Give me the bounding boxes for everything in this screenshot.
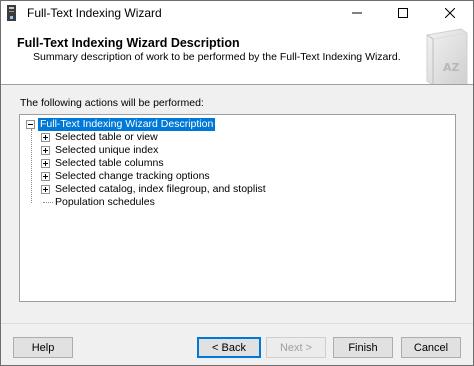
window-title: Full-Text Indexing Wizard (27, 6, 162, 20)
close-icon (445, 8, 455, 18)
tree-root-label[interactable]: Full-Text Indexing Wizard Description (38, 118, 216, 131)
next-button[interactable]: Next > (266, 337, 326, 358)
wizard-window: Full-Text Indexing Wizard Full-Text Inde… (0, 0, 474, 366)
title-bar: Full-Text Indexing Wizard (1, 1, 473, 25)
footer-divider (1, 323, 473, 324)
maximize-icon (398, 8, 408, 18)
back-button[interactable]: < Back (197, 337, 261, 358)
page-title: Full-Text Indexing Wizard Description (17, 36, 240, 50)
tree-item-label: Selected change tracking options (55, 170, 210, 182)
app-icon (7, 5, 16, 21)
finish-button[interactable]: Finish (333, 337, 393, 358)
maximize-button[interactable] (380, 1, 426, 25)
help-button[interactable]: Help (13, 337, 73, 358)
tree-item-label: Selected table columns (55, 157, 164, 169)
tree-item-label: Selected catalog, index filegroup, and s… (55, 183, 266, 195)
tree-item-label: Population schedules (55, 196, 155, 208)
page-subtitle: Summary description of work to be perfor… (33, 51, 401, 63)
book-icon: AZ (426, 28, 468, 84)
expand-icon[interactable] (41, 159, 50, 168)
tree-connector (31, 129, 32, 203)
actions-label: The following actions will be performed: (20, 97, 204, 109)
expand-icon[interactable] (41, 185, 50, 194)
expand-icon[interactable] (41, 146, 50, 155)
expand-icon[interactable] (41, 172, 50, 181)
book-icon-label: AZ (443, 61, 460, 74)
tree-connector-leaf (43, 202, 53, 203)
collapse-icon[interactable] (26, 120, 35, 129)
actions-tree[interactable]: Full-Text Indexing Wizard Description Se… (19, 114, 456, 302)
wizard-header: Full-Text Indexing Wizard Description Su… (1, 25, 473, 85)
expand-icon[interactable] (41, 133, 50, 142)
close-button[interactable] (427, 1, 473, 25)
minimize-button[interactable] (334, 1, 380, 25)
minimize-icon (352, 12, 362, 14)
tree-item-label: Selected unique index (55, 144, 159, 156)
tree-item-label: Selected table or view (55, 131, 158, 143)
cancel-button[interactable]: Cancel (401, 337, 461, 358)
